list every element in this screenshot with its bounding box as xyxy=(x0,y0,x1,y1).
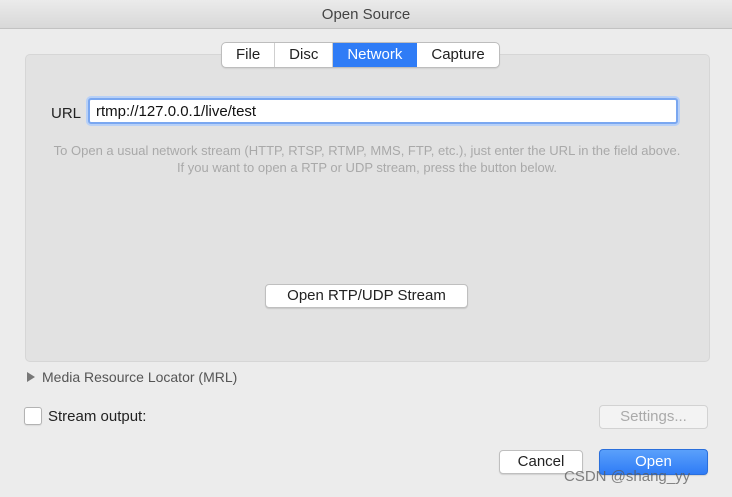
mrl-disclosure[interactable]: Media Resource Locator (MRL) xyxy=(27,369,237,385)
source-tabs: File Disc Network Capture xyxy=(221,42,500,68)
watermark: CSDN @shang_yy xyxy=(564,468,691,485)
window-title: Open Source xyxy=(0,0,732,29)
url-label: URL xyxy=(51,105,82,122)
tab-disc[interactable]: Disc xyxy=(275,43,334,67)
disclosure-triangle-icon xyxy=(27,372,35,382)
stream-output-checkbox[interactable] xyxy=(24,407,42,425)
tab-capture[interactable]: Capture xyxy=(417,43,498,67)
mrl-label: Media Resource Locator (MRL) xyxy=(42,369,238,385)
stream-output-label: Stream output: xyxy=(48,407,147,425)
open-rtp-udp-stream-button[interactable]: Open RTP/UDP Stream xyxy=(265,284,468,308)
tab-network[interactable]: Network xyxy=(333,43,418,67)
settings-button[interactable]: Settings... xyxy=(599,405,708,429)
tab-file[interactable]: File xyxy=(222,43,276,67)
stream-output-row: Stream output: xyxy=(24,407,146,425)
url-input[interactable] xyxy=(88,98,678,124)
network-help-text: To Open a usual network stream (HTTP, RT… xyxy=(53,143,681,175)
